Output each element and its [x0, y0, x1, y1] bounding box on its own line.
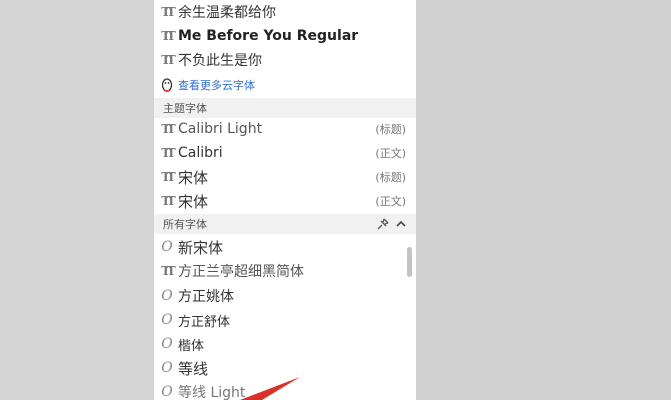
annotation-arrow	[240, 377, 300, 400]
